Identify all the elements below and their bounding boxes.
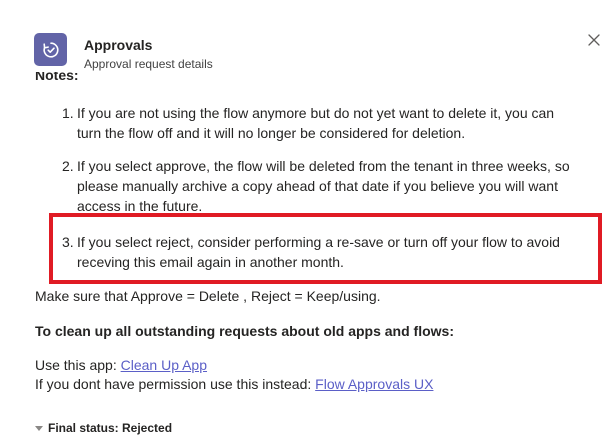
cleanup-heading: To clean up all outstanding requests abo… (35, 323, 454, 339)
clean-up-app-link[interactable]: Clean Up App (121, 357, 207, 373)
request-details-body[interactable]: Notes: 1. If you are not using the flow … (0, 72, 606, 436)
approval-details-panel: Approvals Approval request details Notes… (0, 0, 606, 436)
notes-heading: Notes: (35, 72, 79, 83)
use-app-line: Use this app: Clean Up App (35, 357, 207, 373)
note-line: If you select reject, consider performin… (77, 234, 560, 250)
note-number: 1. (62, 105, 74, 121)
note-number: 2. (62, 158, 74, 174)
note-line: turn the flow off and it will no longer … (77, 125, 466, 141)
app-subtitle: Approval request details (84, 57, 213, 71)
make-sure-text: Make sure that Approve = Delete , Reject… (35, 288, 381, 304)
note-line: If you select approve, the flow will be … (77, 158, 570, 174)
approvals-icon (34, 33, 67, 66)
close-button[interactable] (584, 30, 604, 50)
note-line: receving this email again in another mon… (77, 254, 344, 270)
caret-down-icon (35, 425, 43, 431)
close-icon (588, 34, 600, 46)
note-number: 3. (62, 234, 74, 250)
no-permission-prefix: If you dont have permission use this ins… (35, 376, 316, 392)
flow-approvals-ux-link[interactable]: Flow Approvals UX (315, 376, 433, 392)
use-app-prefix: Use this app: (35, 357, 121, 373)
note-line: please manually archive a copy ahead of … (77, 178, 558, 194)
final-status-label: Final status: Rejected (48, 421, 173, 435)
note-item-2: 2. If you select approve, the flow will … (62, 156, 570, 216)
final-status-toggle[interactable]: Final status: Rejected (35, 421, 172, 435)
note-item-1: 1. If you are not using the flow anymore… (62, 103, 554, 143)
note-line: If you are not using the flow anymore bu… (77, 105, 555, 121)
note-item-3: 3. If you select reject, consider perfor… (62, 232, 560, 272)
app-title: Approvals (84, 37, 153, 53)
no-permission-line: If you dont have permission use this ins… (35, 376, 433, 392)
